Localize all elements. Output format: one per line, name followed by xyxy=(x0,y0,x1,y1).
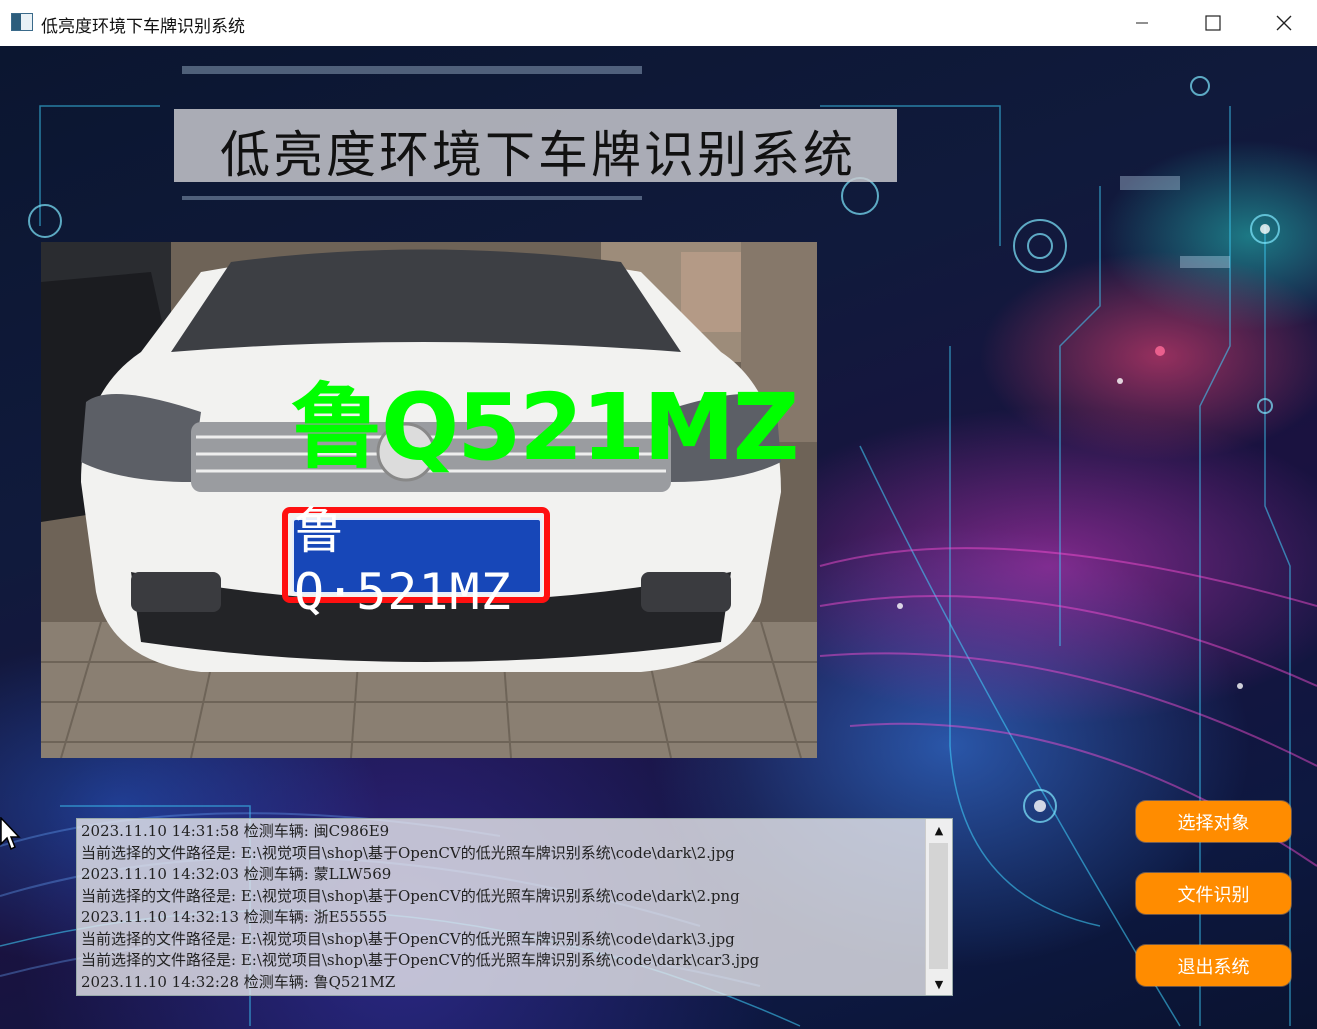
app-title-banner: 低亮度环境下车牌识别系统 xyxy=(174,109,897,184)
license-plate: 鲁Q·521MZ xyxy=(292,502,542,621)
maximize-icon xyxy=(1205,15,1221,31)
log-line: 2023.11.10 14:32:13 检测车辆: 浙E55555 xyxy=(81,908,388,926)
mouse-cursor-icon xyxy=(0,817,21,851)
maximize-button[interactable] xyxy=(1178,0,1248,46)
app-icon xyxy=(11,13,33,31)
close-button[interactable] xyxy=(1249,0,1317,46)
scroll-up-arrow-icon[interactable]: ▲ xyxy=(926,819,952,841)
log-textbox[interactable]: 2023.11.10 14:31:58 检测车辆: 闽C986E9 当前选择的文… xyxy=(76,818,953,996)
log-line: 当前选择的文件路径是: E:\视觉项目\shop\基于OpenCV的低光照车牌识… xyxy=(81,929,735,948)
detection-result-label: 鲁Q521MZ xyxy=(291,374,800,481)
detection-image: 鲁Q·521MZ 鲁Q521MZ xyxy=(41,242,817,758)
exit-system-button[interactable]: 退出系统 xyxy=(1136,945,1291,986)
scroll-thumb[interactable] xyxy=(929,843,948,969)
log-line: 当前选择的文件路径是: E:\视觉项目\shop\基于OpenCV的低光照车牌识… xyxy=(81,843,735,862)
minimize-button[interactable] xyxy=(1107,0,1177,46)
log-scrollbar[interactable]: ▲ ▼ xyxy=(925,819,952,995)
window-titlebar: 低亮度环境下车牌识别系统 xyxy=(0,0,1317,47)
log-line: 当前选择的文件路径是: E:\视觉项目\shop\基于OpenCV的低光照车牌识… xyxy=(81,886,740,905)
log-line: 2023.11.10 14:32:28 检测车辆: 鲁Q521MZ xyxy=(81,972,396,991)
log-lines: 2023.11.10 14:31:58 检测车辆: 闽C986E9 当前选择的文… xyxy=(81,821,926,993)
window-title: 低亮度环境下车牌识别系统 xyxy=(41,17,245,37)
file-recognize-button[interactable]: 文件识别 xyxy=(1136,873,1291,914)
log-line: 2023.11.10 14:32:03 检测车辆: 蒙LLW569 xyxy=(81,865,392,883)
minimize-icon xyxy=(1136,22,1148,24)
log-line: 当前选择的文件路径是: E:\视觉项目\shop\基于OpenCV的低光照车牌识… xyxy=(81,951,760,969)
select-object-button[interactable]: 选择对象 xyxy=(1136,801,1291,842)
log-line: 2023.11.10 14:31:58 检测车辆: 闽C986E9 xyxy=(81,822,390,840)
app-title-text: 低亮度环境下车牌识别系统 xyxy=(220,126,856,184)
scroll-down-arrow-icon[interactable]: ▼ xyxy=(926,973,952,995)
app-background: 低亮度环境下车牌识别系统 鲁Q·521MZ 鲁Q521MZ 2023.11.10… xyxy=(0,46,1317,1029)
close-icon xyxy=(1276,15,1292,31)
